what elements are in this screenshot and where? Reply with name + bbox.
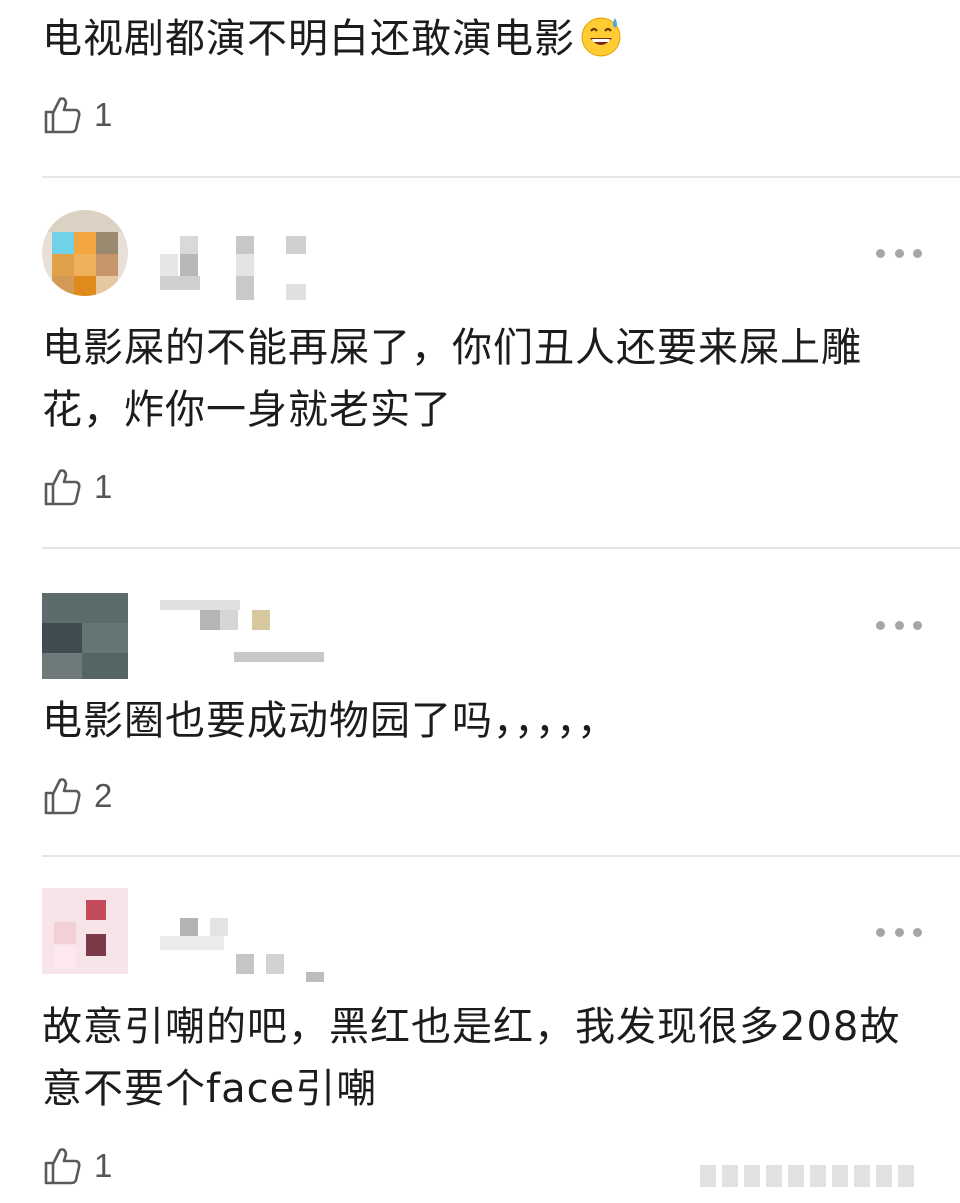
more-options-icon[interactable] [876,243,922,263]
like-button[interactable]: 1 [42,1144,112,1188]
comment-text: 故意引嘲的吧，黑红也是红，我发现很多208故意不要个face引嘲 [42,1004,901,1112]
username-blurred[interactable] [156,914,356,984]
comment-text: 电影圈也要成动物园了吗，，，，， [42,698,618,744]
username-blurred[interactable] [156,232,356,302]
thumbs-up-icon [44,469,81,506]
like-button[interactable]: 1 [42,93,112,137]
comment-text: 电视剧都演不明白还敢演电影 [42,8,922,70]
more-options-icon[interactable] [876,615,922,635]
like-button[interactable]: 2 [42,774,112,818]
divider [42,547,960,549]
watermark-blurred [700,1163,930,1189]
more-options-icon[interactable] [876,922,922,942]
avatar[interactable] [42,593,128,679]
divider [42,855,960,857]
divider [42,176,960,178]
comment-feed: 电视剧都演不明白还敢演电影 1 电影屎的不能再屎了，你们丑人还要来屎上雕花，炸你… [0,0,960,1203]
like-count: 1 [94,1147,113,1184]
like-count: 1 [94,96,113,133]
username-blurred[interactable] [156,596,356,666]
avatar[interactable] [42,210,128,296]
avatar[interactable] [42,888,128,974]
comment-text: 电影屎的不能再屎了，你们丑人还要来屎上雕花，炸你一身就老实了 [42,325,862,433]
grinning-sweat-emoji [581,17,621,57]
thumbs-up-icon [44,97,81,134]
like-count: 2 [94,777,113,814]
like-count: 1 [94,468,113,505]
like-button[interactable]: 1 [42,465,112,509]
thumbs-up-icon [44,778,81,815]
thumbs-up-icon [44,1148,81,1185]
